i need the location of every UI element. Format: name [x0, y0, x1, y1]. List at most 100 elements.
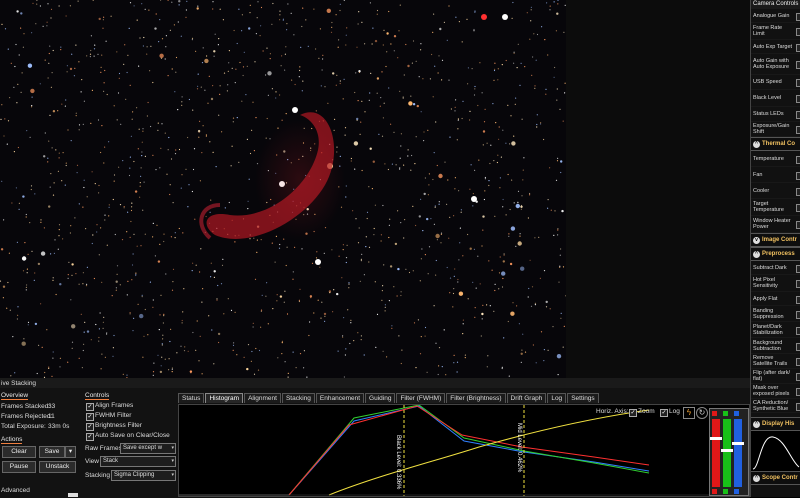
tab-log[interactable]: Log: [547, 393, 567, 403]
tab-settings[interactable]: Settings: [567, 393, 599, 403]
setting-control[interactable]: [796, 79, 800, 87]
unstack-button[interactable]: Unstack: [39, 461, 76, 473]
setting-control[interactable]: [796, 204, 800, 212]
setting-control[interactable]: [796, 373, 800, 381]
setting-label: Subtract Dark: [753, 264, 787, 271]
setting-row[interactable]: CA Reduction/ Synthetic Blue: [751, 399, 800, 413]
setting-control[interactable]: [796, 342, 800, 351]
setting-row[interactable]: USB Speed: [751, 75, 800, 90]
green-slider-handle[interactable]: [721, 449, 733, 452]
setting-control[interactable]: [796, 155, 800, 164]
setting-row[interactable]: Flip (after dark/ flat): [751, 369, 800, 384]
preprocessing-section[interactable]: ^ Preprocess: [751, 247, 800, 261]
reset-icon[interactable]: ↻: [696, 407, 708, 419]
raw-frames-select[interactable]: Save except w ▾: [120, 443, 176, 454]
stacked-image-view[interactable]: [0, 0, 566, 378]
blue-slider-handle[interactable]: [732, 442, 744, 445]
auto-save-checkbox[interactable]: ✓: [86, 433, 94, 441]
red-channel-slider[interactable]: [712, 419, 720, 487]
setting-control[interactable]: [796, 43, 800, 52]
clear-button[interactable]: Clear: [2, 446, 36, 458]
setting-control[interactable]: [796, 402, 800, 411]
setting-control[interactable]: [796, 264, 800, 273]
setting-control[interactable]: [796, 187, 800, 196]
star: [260, 310, 262, 312]
save-dropdown-button[interactable]: ▾: [65, 446, 76, 458]
view-select[interactable]: Stack ▾: [100, 456, 176, 467]
setting-control[interactable]: [796, 310, 800, 319]
scope-controls-section[interactable]: ^ Scope Contr: [751, 471, 800, 485]
setting-row[interactable]: Background Subtraction: [751, 338, 800, 354]
star: [408, 271, 411, 274]
setting-row[interactable]: Planet/Dark Stabilization: [751, 322, 800, 338]
star: [560, 171, 562, 174]
setting-row[interactable]: Target Temperature: [751, 199, 800, 216]
setting-row[interactable]: Auto Exp Target: [751, 40, 800, 54]
star: [512, 1, 514, 4]
lightning-icon[interactable]: ϟ: [683, 407, 695, 419]
pause-button[interactable]: Pause: [2, 461, 36, 473]
setting-control[interactable]: [796, 12, 800, 21]
red-slider-handle[interactable]: [710, 437, 722, 440]
setting-row[interactable]: Black Level: [751, 90, 800, 107]
setting-control[interactable]: [796, 358, 800, 366]
stacking-select[interactable]: Sigma Clipping ▾: [111, 470, 176, 481]
star: [62, 238, 64, 240]
tab-filter-brightness[interactable]: Filter (Brightness): [446, 393, 506, 403]
advanced-toggle[interactable]: [68, 493, 78, 497]
star: [457, 128, 459, 130]
setting-control[interactable]: [796, 221, 800, 229]
setting-row[interactable]: Remove Satellite Trails: [751, 354, 800, 369]
star: [560, 312, 562, 314]
setting-control[interactable]: [796, 111, 800, 119]
setting-control[interactable]: [796, 171, 800, 180]
brightness-filter-checkbox[interactable]: ✓: [86, 423, 94, 431]
setting-row[interactable]: Mask over exposed pixels: [751, 384, 800, 399]
setting-control[interactable]: [796, 326, 800, 335]
fwhm-filter-checkbox[interactable]: ✓: [86, 413, 94, 421]
setting-control[interactable]: [796, 280, 800, 288]
setting-row[interactable]: Banding Suppression: [751, 306, 800, 322]
zoom-checkbox[interactable]: ✓: [629, 409, 637, 417]
thermal-controls-section[interactable]: ^ Thermal Co: [751, 137, 800, 151]
setting-row[interactable]: Subtract Dark: [751, 261, 800, 275]
setting-row[interactable]: Temperature: [751, 151, 800, 167]
tab-histogram[interactable]: Histogram: [205, 393, 244, 403]
tab-stacking[interactable]: Stacking: [281, 393, 315, 403]
setting-row[interactable]: Window Heater Power: [751, 216, 800, 233]
align-frames-checkbox[interactable]: ✓: [86, 403, 94, 411]
setting-row[interactable]: Analogue Gain: [751, 9, 800, 23]
setting-row[interactable]: Frame Rate Limit: [751, 23, 800, 40]
setting-control[interactable]: [796, 28, 800, 36]
setting-control[interactable]: [796, 388, 800, 396]
black-level-marker[interactable]: Black Level: 0.336%: [395, 435, 401, 489]
setting-row[interactable]: Fan: [751, 167, 800, 183]
tab-status[interactable]: Status: [178, 393, 205, 403]
tab-drift-graph[interactable]: Drift Graph: [506, 393, 547, 403]
display-histogram-section[interactable]: ^ Display His: [751, 417, 800, 431]
setting-row[interactable]: Status LEDs: [751, 107, 800, 122]
blue-channel-slider[interactable]: [734, 419, 742, 487]
setting-row[interactable]: Exposure/Gain Shift: [751, 122, 800, 137]
star: [188, 184, 190, 186]
star: [91, 171, 93, 173]
mid-level-marker[interactable]: Mid Level: 0.462%: [516, 423, 522, 472]
tab-alignment[interactable]: Alignment: [244, 393, 281, 403]
star: [16, 102, 18, 104]
setting-row[interactable]: Apply Flat: [751, 292, 800, 306]
setting-control[interactable]: [796, 61, 800, 69]
setting-control[interactable]: [796, 126, 800, 134]
save-button[interactable]: Save: [39, 446, 65, 458]
log-checkbox[interactable]: ✓: [660, 409, 668, 417]
setting-row[interactable]: Auto Gain with Auto Exposure: [751, 54, 800, 75]
setting-row[interactable]: Hot Pixel Sensitivity: [751, 275, 800, 292]
image-controls-section[interactable]: v Image Contr: [751, 233, 800, 247]
tab-enhancement[interactable]: Enhancement: [315, 393, 365, 403]
setting-control[interactable]: [796, 95, 800, 103]
green-channel-slider[interactable]: [723, 419, 731, 487]
tab-guiding[interactable]: Guiding: [365, 393, 396, 403]
star: [144, 155, 146, 157]
setting-row[interactable]: Cooler: [751, 183, 800, 199]
setting-control[interactable]: [796, 295, 800, 304]
tab-filter-fwhm[interactable]: Filter (FWHM): [396, 393, 446, 403]
